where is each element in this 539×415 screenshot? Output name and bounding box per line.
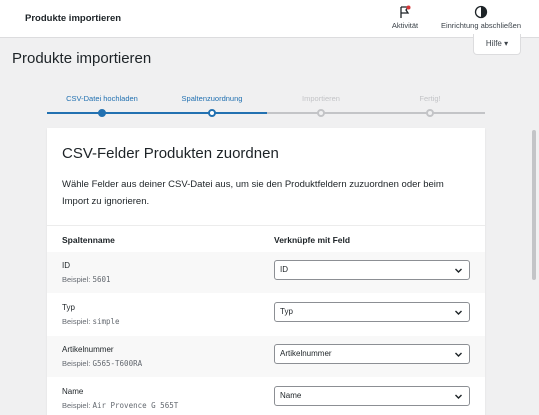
mapping-row: Artikelnummer Beispiel: G565-T600RA Arti… <box>47 336 485 377</box>
top-bar-title: Produkte importieren <box>25 13 122 24</box>
column-example: Beispiel: G565-T600RA <box>62 359 142 368</box>
page-title: Produkte importieren <box>12 50 152 67</box>
column-name: Name <box>62 387 84 396</box>
example-value: simple <box>92 317 120 326</box>
column-name: Artikelnummer <box>62 345 114 354</box>
step-dot-mapping <box>208 109 216 117</box>
card-heading: CSV-Felder Produkten zuordnen <box>62 145 279 162</box>
card-description: Wähle Felder aus deiner CSV-Datei aus, u… <box>62 179 444 207</box>
activity-label: Aktivität <box>391 21 419 30</box>
help-button[interactable]: Hilfe ▾ <box>473 34 521 55</box>
column-header-mapping: Verknüpfe mit Feld <box>274 235 351 245</box>
column-name: Typ <box>62 303 75 312</box>
step-dot-import <box>317 109 325 117</box>
divider <box>47 225 485 226</box>
step-dot-done <box>426 109 434 117</box>
select-value: Name <box>280 391 302 400</box>
step-done: Fertig! <box>375 92 485 106</box>
chevron-down-icon <box>455 268 462 273</box>
flag-icon <box>400 5 411 18</box>
example-prefix: Beispiel: <box>62 401 91 410</box>
column-header-name: Spaltenname <box>62 235 115 245</box>
mapping-card: CSV-Felder Produkten zuordnen Wähle Feld… <box>47 128 485 415</box>
example-prefix: Beispiel: <box>62 275 91 284</box>
map-field-select[interactable]: Typ <box>274 302 470 322</box>
select-value: ID <box>280 265 288 274</box>
column-name: ID <box>62 261 70 270</box>
map-field-select[interactable]: Artikelnummer <box>274 344 470 364</box>
step-label: CSV-Datei hochladen <box>66 94 138 103</box>
column-example: Beispiel: simple <box>62 317 120 326</box>
mapping-row: ID Beispiel: 5601 ID <box>47 252 485 293</box>
mapping-row: Typ Beispiel: simple Typ <box>47 294 485 335</box>
finish-setup-label: Einrichtung abschließen <box>440 21 522 30</box>
column-example: Beispiel: 5601 <box>62 275 111 284</box>
chevron-down-icon <box>455 352 462 357</box>
example-prefix: Beispiel: <box>62 359 91 368</box>
chevron-down-icon <box>455 394 462 399</box>
step-upload-csv: CSV-Datei hochladen <box>47 92 157 106</box>
step-label: Spaltenzuordnung <box>181 94 243 103</box>
step-label: Fertig! <box>419 94 441 103</box>
example-value: 5601 <box>92 275 111 284</box>
import-progress-steps: CSV-Datei hochladen Spaltenzuordnung Imp… <box>47 92 485 122</box>
finish-setup-button[interactable]: Einrichtung abschließen <box>432 5 530 30</box>
chevron-down-icon <box>455 310 462 315</box>
map-field-select[interactable]: ID <box>274 260 470 280</box>
activity-button[interactable]: Aktivität <box>385 5 425 30</box>
select-value: Typ <box>280 307 293 316</box>
mapping-row: Name Beispiel: Air Provence G 565T Name <box>47 378 485 415</box>
map-field-select[interactable]: Name <box>274 386 470 406</box>
example-value: Air Provence G 565T <box>92 401 179 410</box>
example-value: G565-T600RA <box>92 359 143 368</box>
step-line-done <box>47 112 267 114</box>
half-circle-icon <box>474 5 488 19</box>
select-value: Artikelnummer <box>280 349 332 358</box>
scrollbar-thumb[interactable] <box>532 130 536 280</box>
top-bar: Produkte importieren Aktivität Einrichtu… <box>0 0 539 38</box>
step-label: Importieren <box>302 94 340 103</box>
step-dot-upload <box>98 109 106 117</box>
step-import: Importieren <box>266 92 376 106</box>
column-example: Beispiel: Air Provence G 565T <box>62 401 178 410</box>
step-column-mapping: Spaltenzuordnung <box>157 92 267 106</box>
step-line-pending <box>267 112 485 114</box>
example-prefix: Beispiel: <box>62 317 91 326</box>
